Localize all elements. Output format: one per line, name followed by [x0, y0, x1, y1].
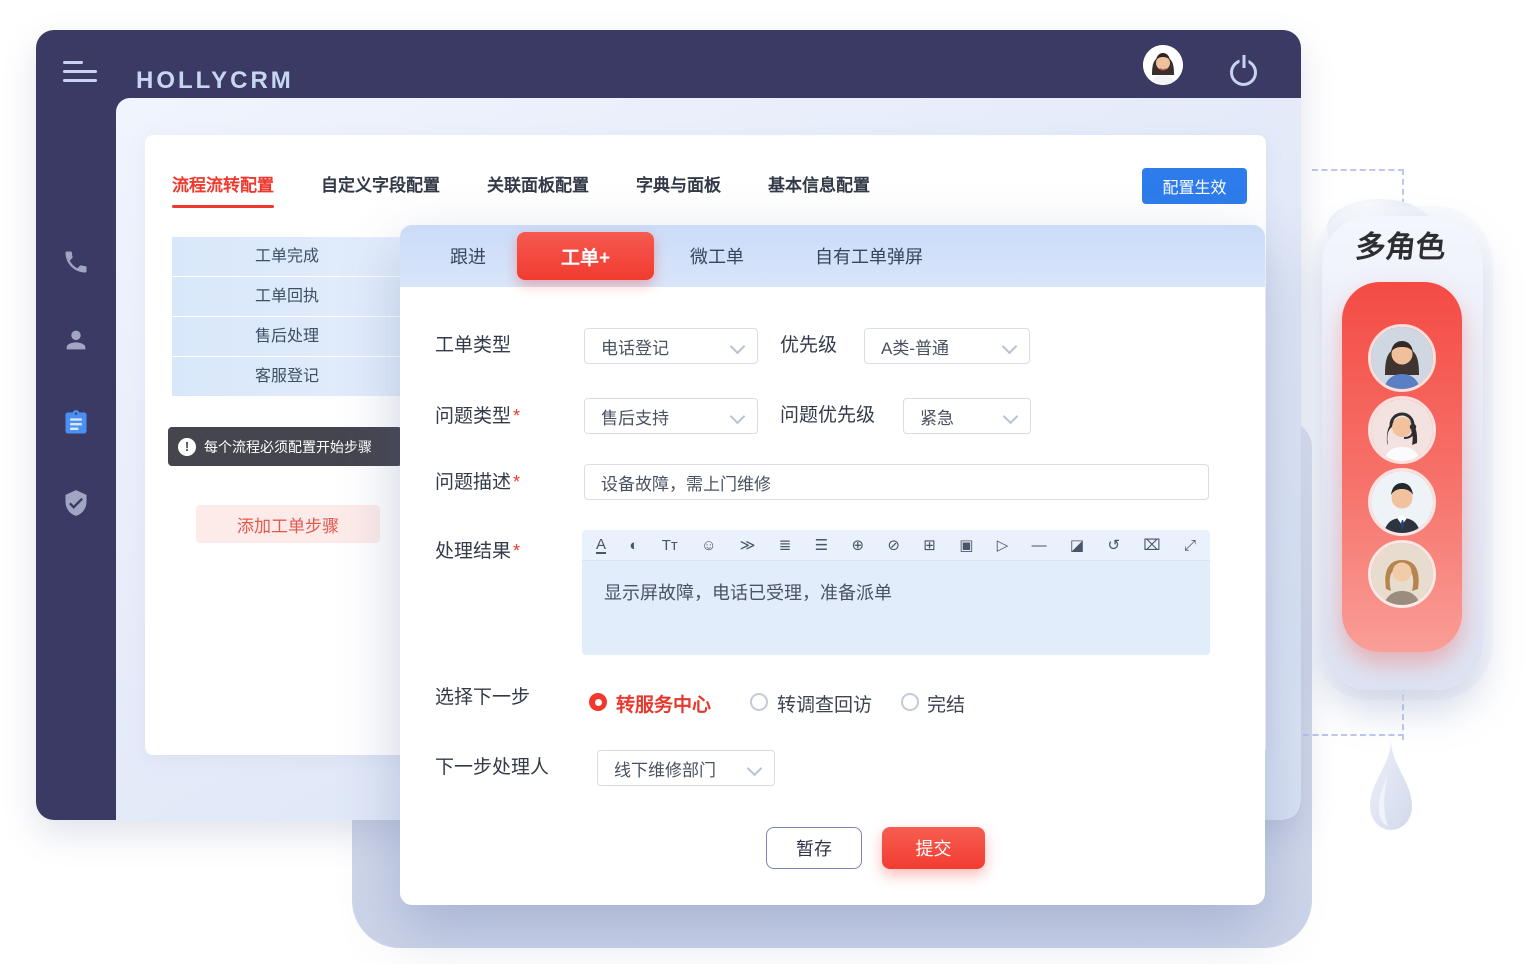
- connector-line-top: [1312, 169, 1404, 171]
- flow-step-list: 工单完成 工单回执 售后处理 客服登记: [172, 237, 402, 397]
- video-icon[interactable]: ▷: [997, 538, 1009, 553]
- avatar-agent-headset: [1368, 396, 1436, 464]
- radio-finish[interactable]: [901, 693, 919, 711]
- tab-custom-field-config[interactable]: 自定义字段配置: [321, 171, 440, 196]
- issue-priority-label: 问题优先级: [780, 398, 875, 434]
- eraser-icon[interactable]: ◪: [1070, 538, 1084, 553]
- result-editor-content[interactable]: 显示屏故障，电话已受理，准备派单: [582, 561, 1210, 655]
- priority-select[interactable]: A类-普通: [864, 328, 1030, 364]
- result-editor[interactable]: A ◐ Tт ☺ ≫ ≣ ☰ ⊕ ⊘ ⊞ ▣ ▷ — ◪ ↺ ⌧ ⤢ 显示屏故障…: [582, 530, 1210, 655]
- config-tab-bar: 流程流转配置 自定义字段配置 关联面板配置 字典与面板 基本信息配置: [172, 171, 870, 196]
- image-icon[interactable]: ▣: [959, 538, 973, 553]
- chevron-down-icon: [1003, 409, 1019, 425]
- shield-check-icon[interactable]: [62, 489, 90, 517]
- color-icon[interactable]: ◐: [629, 538, 638, 553]
- issue-type-label: 问题类型*: [435, 398, 520, 435]
- order-type-select[interactable]: 电话登记: [584, 328, 758, 364]
- flow-step-register[interactable]: 客服登记: [172, 357, 402, 396]
- tab-micro-work-order[interactable]: 微工单: [690, 243, 744, 269]
- undo-icon[interactable]: ↺: [1107, 538, 1120, 553]
- chevron-down-icon: [730, 409, 746, 425]
- tooltip-text: 每个流程必须配置开始步骤: [204, 437, 372, 457]
- tab-related-panel-config[interactable]: 关联面板配置: [487, 171, 589, 196]
- next-handler-select[interactable]: 线下维修部门: [597, 750, 775, 786]
- fullscreen-icon[interactable]: ⤢: [1184, 538, 1196, 553]
- divider-icon[interactable]: —: [1032, 538, 1047, 553]
- role-panel: [1342, 282, 1462, 652]
- order-type-label: 工单类型: [435, 328, 511, 364]
- flow-step-aftersale[interactable]: 售后处理: [172, 317, 402, 356]
- list-icon[interactable]: ☰: [815, 538, 828, 553]
- screen: HOLLYCRM: [0, 0, 1537, 964]
- delete-icon[interactable]: ⌧: [1143, 538, 1160, 553]
- link-icon[interactable]: ⊕: [851, 538, 864, 553]
- brand-logo: HOLLYCRM: [136, 67, 294, 95]
- chevron-down-icon: [747, 761, 763, 777]
- avatar-agent-blonde: [1368, 540, 1436, 608]
- result-label: 处理结果*: [435, 533, 520, 570]
- issue-priority-select[interactable]: 紧急: [903, 398, 1031, 434]
- power-icon[interactable]: [1230, 59, 1257, 86]
- exclamation-icon: !: [178, 438, 196, 456]
- issue-type-select[interactable]: 售后支持: [584, 398, 758, 434]
- submit-button[interactable]: 提交: [882, 827, 985, 869]
- save-draft-button[interactable]: 暂存: [766, 827, 862, 869]
- menu-icon[interactable]: [63, 61, 97, 85]
- add-step-button[interactable]: 添加工单步骤: [196, 505, 380, 543]
- next-step-label: 选择下一步: [435, 680, 530, 716]
- editor-toolbar: A ◐ Tт ☺ ≫ ≣ ☰ ⊕ ⊘ ⊞ ▣ ▷ — ◪ ↺ ⌧ ⤢: [582, 530, 1210, 561]
- radio-label-transfer-survey[interactable]: 转调查回访: [777, 690, 872, 717]
- flow-tooltip: ! 每个流程必须配置开始步骤: [168, 427, 402, 466]
- tab-own-popup[interactable]: 自有工单弹屏: [815, 243, 923, 269]
- work-order-modal: 跟进 工单+ 微工单 自有工单弹屏 工单类型 电话登记 优先级 A类-普通 问题…: [400, 225, 1265, 905]
- phone-frame: [1322, 216, 1483, 690]
- font-icon[interactable]: A: [596, 537, 606, 554]
- priority-label: 优先级: [780, 328, 837, 364]
- unlink-icon[interactable]: ⊘: [887, 538, 900, 553]
- radio-transfer-survey[interactable]: [750, 693, 768, 711]
- radio-transfer-service-center[interactable]: [589, 693, 607, 711]
- avatar-agent-female: [1368, 324, 1436, 392]
- avatar-agent-male: [1368, 468, 1436, 536]
- issue-desc-label: 问题描述*: [435, 464, 520, 501]
- indent-icon[interactable]: ≫: [740, 538, 756, 553]
- clipboard-icon[interactable]: [62, 409, 90, 437]
- drop-shape: [1362, 735, 1420, 863]
- user-icon[interactable]: [62, 326, 90, 354]
- chevron-down-icon: [730, 339, 746, 355]
- tab-process-flow-config[interactable]: 流程流转配置: [172, 171, 274, 196]
- modal-tab-bar: 跟进 工单+ 微工单 自有工单弹屏: [400, 225, 1265, 287]
- flow-step-receipt[interactable]: 工单回执: [172, 277, 402, 316]
- tab-dictionary-panel[interactable]: 字典与面板: [636, 171, 721, 196]
- radio-label-finish[interactable]: 完结: [927, 690, 965, 717]
- next-handler-label: 下一步处理人: [435, 750, 549, 786]
- issue-desc-input[interactable]: 设备故障，需上门维修: [584, 464, 1209, 500]
- align-icon[interactable]: ≣: [779, 538, 792, 553]
- apply-config-button[interactable]: 配置生效: [1142, 168, 1247, 204]
- phone-icon[interactable]: [62, 248, 90, 276]
- multi-role-caption: 多角色: [1354, 222, 1449, 266]
- font-size-icon[interactable]: Tт: [662, 538, 678, 553]
- table-icon[interactable]: ⊞: [923, 538, 936, 553]
- tab-work-order-active[interactable]: 工单+: [517, 232, 654, 280]
- chevron-down-icon: [1002, 339, 1018, 355]
- radio-label-transfer-service-center[interactable]: 转服务中心: [616, 690, 711, 717]
- tab-follow-up[interactable]: 跟进: [450, 243, 486, 269]
- flow-step-complete[interactable]: 工单完成: [172, 237, 402, 276]
- user-avatar[interactable]: [1143, 45, 1183, 85]
- emoji-icon[interactable]: ☺: [701, 538, 716, 553]
- tab-basic-info-config[interactable]: 基本信息配置: [768, 171, 870, 196]
